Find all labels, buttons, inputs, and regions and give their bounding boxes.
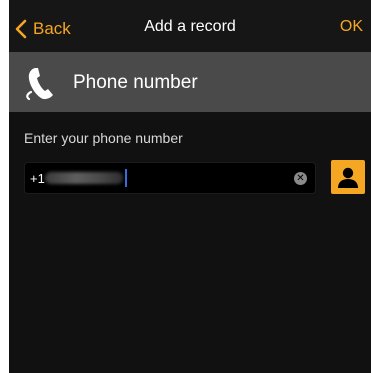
contacts-button[interactable] — [331, 160, 365, 194]
page-title: Add a record — [144, 18, 236, 35]
phone-prompt-label: Enter your phone number — [24, 130, 183, 146]
section-title: Phone number — [73, 72, 198, 93]
phone-number-input[interactable]: +1 ✕ — [24, 162, 316, 194]
app-screen: Back Add a record OK Phone number Enter … — [9, 0, 371, 373]
section-header: Phone number — [9, 52, 371, 112]
phone-handset-icon — [26, 68, 53, 101]
navigation-bar: Back Add a record OK — [9, 0, 371, 52]
phone-prefix: +1 — [30, 171, 45, 186]
text-caret — [125, 169, 127, 187]
redacted-phone-digits — [45, 172, 123, 184]
contact-person-icon — [338, 167, 358, 188]
ok-button[interactable]: OK — [340, 18, 363, 36]
clear-icon[interactable]: ✕ — [294, 172, 307, 185]
